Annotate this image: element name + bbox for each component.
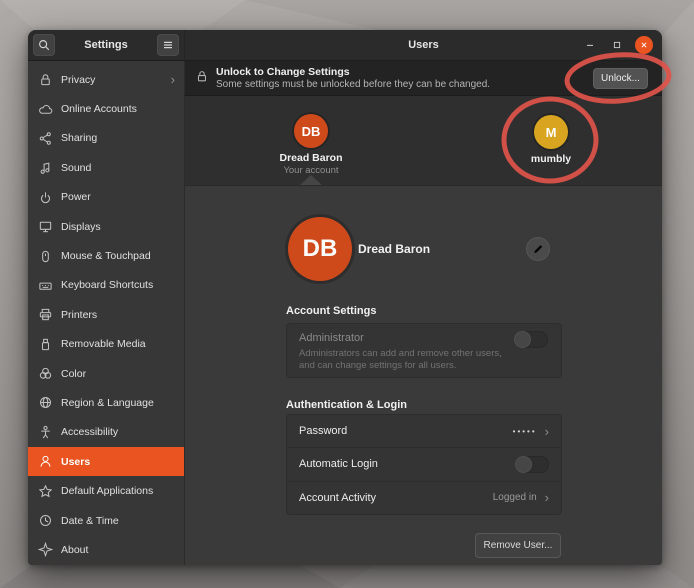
carousel-user-dread-baron[interactable]: DB Dread Baron Your account bbox=[256, 114, 366, 176]
account-settings-heading: Account Settings bbox=[286, 305, 376, 317]
lock-icon bbox=[195, 69, 209, 88]
chevron-right-icon: › bbox=[545, 425, 549, 438]
sidebar-item-power[interactable]: Power bbox=[28, 183, 184, 212]
chevron-right-icon: › bbox=[545, 491, 549, 504]
power-icon bbox=[38, 190, 53, 205]
sidebar: Privacy › Online Accounts Sharing Sound … bbox=[28, 61, 185, 565]
lock-icon bbox=[38, 72, 53, 87]
sidebar-item-mouse-touchpad[interactable]: Mouse & Touchpad bbox=[28, 241, 184, 270]
profile-avatar[interactable]: DB bbox=[288, 217, 352, 281]
account-activity-label: Account Activity bbox=[299, 492, 493, 504]
sidebar-item-keyboard-shortcuts[interactable]: Keyboard Shortcuts bbox=[28, 271, 184, 300]
sidebar-item-about[interactable]: About bbox=[28, 535, 184, 564]
account-settings-card: Administrator Administrators can add and… bbox=[286, 323, 562, 378]
administrator-toggle[interactable] bbox=[514, 331, 548, 348]
search-icon bbox=[37, 38, 51, 52]
minimize-icon bbox=[584, 39, 596, 51]
sidebar-item-printers[interactable]: Printers bbox=[28, 300, 184, 329]
edit-name-button[interactable] bbox=[526, 237, 550, 261]
unlock-infobar-subtitle: Some settings must be unlocked before th… bbox=[216, 79, 490, 90]
account-activity-row[interactable]: Account Activity Logged in › bbox=[287, 481, 561, 514]
unlock-infobar: Unlock to Change Settings Some settings … bbox=[185, 61, 662, 96]
automatic-login-row: Automatic Login bbox=[287, 447, 561, 480]
display-icon bbox=[38, 219, 53, 234]
user-name: Dread Baron bbox=[256, 152, 366, 164]
chevron-right-icon: › bbox=[171, 73, 175, 86]
avatar: DB bbox=[294, 114, 328, 148]
color-icon bbox=[38, 366, 53, 381]
printer-icon bbox=[38, 307, 53, 322]
maximize-button[interactable] bbox=[608, 36, 626, 54]
user-carousel: DB Dread Baron Your account M mumbly bbox=[185, 96, 662, 186]
user-detail-panel: DB Dread Baron Account Settings Administ… bbox=[185, 186, 662, 565]
administrator-label: Administrator bbox=[299, 332, 549, 344]
accessibility-icon bbox=[38, 425, 53, 440]
sidebar-item-default-applications[interactable]: Default Applications bbox=[28, 476, 184, 505]
cloud-icon bbox=[38, 102, 53, 117]
sidebar-item-color[interactable]: Color bbox=[28, 359, 184, 388]
sound-icon bbox=[38, 160, 53, 175]
automatic-login-toggle[interactable] bbox=[515, 456, 549, 473]
user-name: mumbly bbox=[496, 153, 606, 165]
sidebar-item-removable-media[interactable]: Removable Media bbox=[28, 330, 184, 359]
sidebar-item-accessibility[interactable]: Accessibility bbox=[28, 418, 184, 447]
keyboard-icon bbox=[38, 278, 53, 293]
unlock-infobar-title: Unlock to Change Settings bbox=[216, 66, 490, 78]
unlock-button[interactable]: Unlock... bbox=[593, 68, 648, 89]
auth-login-card: Password ••••• › Automatic Login Account… bbox=[286, 414, 562, 515]
automatic-login-label: Automatic Login bbox=[299, 458, 515, 470]
person-icon bbox=[38, 454, 53, 469]
close-icon bbox=[639, 40, 649, 50]
globe-icon bbox=[38, 395, 53, 410]
settings-window: Settings Users Priv bbox=[28, 30, 662, 565]
auth-login-heading: Authentication & Login bbox=[286, 399, 407, 411]
titlebar-right: Users bbox=[185, 30, 662, 60]
remove-user-button[interactable]: Remove User... bbox=[475, 533, 561, 558]
close-button[interactable] bbox=[635, 36, 653, 54]
titlebar[interactable]: Settings Users bbox=[28, 30, 662, 61]
account-activity-value: Logged in bbox=[493, 492, 537, 503]
administrator-description: Administrators can add and remove other … bbox=[299, 348, 514, 372]
users-panel: Unlock to Change Settings Some settings … bbox=[185, 61, 662, 565]
sidebar-item-privacy[interactable]: Privacy › bbox=[28, 65, 184, 94]
app-title: Settings bbox=[55, 39, 157, 51]
maximize-icon bbox=[611, 39, 623, 51]
sidebar-item-sound[interactable]: Sound bbox=[28, 153, 184, 182]
password-label: Password bbox=[299, 425, 513, 437]
menu-button[interactable] bbox=[157, 34, 179, 56]
minimize-button[interactable] bbox=[581, 36, 599, 54]
share-icon bbox=[38, 131, 53, 146]
sidebar-item-date-time[interactable]: Date & Time bbox=[28, 506, 184, 535]
profile-name: Dread Baron bbox=[358, 242, 430, 256]
titlebar-left: Settings bbox=[28, 30, 185, 60]
selected-user-arrow bbox=[300, 175, 322, 185]
sidebar-item-displays[interactable]: Displays bbox=[28, 212, 184, 241]
profile-row: DB Dread Baron bbox=[286, 215, 562, 285]
window-controls bbox=[581, 36, 662, 54]
sidebar-item-online-accounts[interactable]: Online Accounts bbox=[28, 94, 184, 123]
star-icon bbox=[38, 484, 53, 499]
usb-icon bbox=[38, 337, 53, 352]
search-button[interactable] bbox=[33, 34, 55, 56]
password-row[interactable]: Password ••••• › bbox=[287, 415, 561, 447]
clock-icon bbox=[38, 513, 53, 528]
password-value: ••••• bbox=[513, 427, 537, 436]
menu-icon bbox=[161, 38, 175, 52]
sidebar-item-sharing[interactable]: Sharing bbox=[28, 124, 184, 153]
avatar: M bbox=[534, 115, 568, 149]
pencil-icon bbox=[532, 243, 544, 255]
about-icon bbox=[38, 542, 53, 557]
mouse-icon bbox=[38, 249, 53, 264]
sidebar-item-region-language[interactable]: Region & Language bbox=[28, 388, 184, 417]
sidebar-item-users[interactable]: Users bbox=[28, 447, 184, 476]
carousel-user-mumbly[interactable]: M mumbly bbox=[496, 115, 606, 165]
